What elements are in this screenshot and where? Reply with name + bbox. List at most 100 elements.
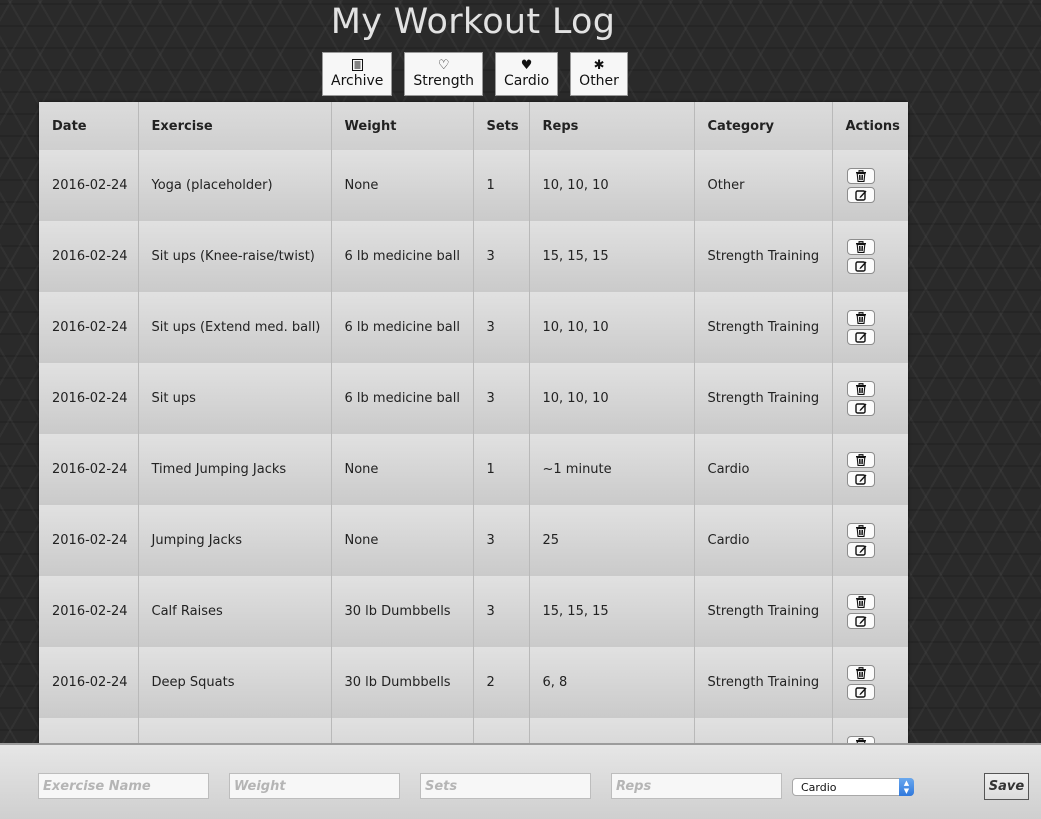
cell-date: 2016-02-24	[39, 292, 139, 363]
cell-date: 2016-02-24	[39, 434, 139, 505]
table-row: 2016-02-24 Sit ups (Extend med. ball) 6 lb…	[39, 292, 908, 363]
trash-icon	[855, 170, 867, 182]
cell-category: Strength Training	[694, 363, 833, 434]
edit-button[interactable]	[846, 258, 875, 274]
table-row	[39, 718, 908, 743]
cell-reps: 6, 8	[529, 647, 695, 718]
exercise-name-input[interactable]	[38, 773, 209, 799]
nav-other-button[interactable]: ✱ Other	[570, 52, 628, 96]
trash-icon	[855, 383, 867, 395]
row-actions	[846, 665, 909, 700]
edit-button[interactable]	[846, 329, 875, 345]
table-row: 2016-02-24 Sit ups 6 lb medicine ball 3 10, …	[39, 363, 908, 434]
header-actions: Actions	[845, 118, 900, 134]
category-select[interactable]: Cardio ▲ ▼	[792, 778, 914, 796]
cell-sets: 3	[473, 292, 530, 363]
add-exercise-form: Cardio ▲▼ Save	[0, 743, 1041, 819]
cell-sets: 2	[473, 647, 530, 718]
delete-button[interactable]	[846, 381, 875, 397]
edit-button[interactable]	[846, 613, 875, 629]
edit-button[interactable]	[846, 542, 875, 558]
cell-category: Strength Training	[694, 292, 833, 363]
trash-icon	[855, 312, 867, 324]
weight-input[interactable]	[229, 773, 400, 799]
cell-category: Strength Training	[694, 221, 833, 292]
cell-weight: 30 lb Dumbbells	[331, 576, 474, 647]
delete-button[interactable]	[846, 736, 875, 743]
nav-cardio-label: Cardio	[503, 72, 550, 89]
edit-icon	[854, 473, 867, 485]
table-row: 2016-02-24 Sit ups (Knee-raise/twist) 6 lb…	[39, 221, 908, 292]
nav-bar: Archive ♡ Strength ♥ Cardio ✱ Other	[322, 52, 628, 96]
save-button[interactable]: Save	[984, 773, 1029, 800]
edit-icon	[854, 615, 867, 627]
category-select-value: Cardio	[801, 780, 837, 794]
table-row: 2016-02-24 Timed Jumping Jacks None 1 ~1 min…	[39, 434, 908, 505]
delete-button[interactable]	[846, 239, 875, 255]
header-sets: Sets	[473, 102, 530, 150]
cell-date: 2016-02-24	[39, 505, 139, 576]
header-exercise: Exercise	[138, 102, 332, 150]
cell-exercise: Sit ups (Extend med. ball)	[138, 292, 332, 363]
delete-button[interactable]	[846, 523, 875, 539]
delete-button[interactable]	[846, 168, 875, 184]
cell-exercise: Calf Raises	[138, 576, 332, 647]
cell-weight: 6 lb medicine ball	[331, 292, 474, 363]
cell-reps: 15, 15, 15	[529, 576, 695, 647]
list-icon	[351, 58, 363, 73]
table-row: 2016-02-24 Yoga (placeholder) None 1 10, 10,…	[39, 150, 908, 221]
cell-reps: 10, 10, 10	[529, 292, 695, 363]
delete-button[interactable]	[846, 452, 875, 468]
cell-date: 2016-02-24	[39, 647, 139, 718]
header-date: Date	[39, 102, 139, 150]
table-row: 2016-02-24 Calf Raises 30 lb Dumbbells 3 15,…	[39, 576, 908, 647]
row-actions	[846, 736, 909, 743]
row-actions	[846, 452, 909, 487]
trash-icon	[855, 454, 867, 466]
cell-reps: ~1 minute	[529, 434, 695, 505]
nav-other-label: Other	[579, 72, 619, 89]
edit-icon	[854, 686, 867, 698]
trash-icon	[855, 241, 867, 253]
cell-actions	[832, 505, 908, 576]
cell-actions	[832, 576, 908, 647]
cell-exercise: Jumping Jacks	[138, 505, 332, 576]
cell-sets	[473, 718, 530, 743]
cell-sets: 3	[473, 576, 530, 647]
cell-exercise: Timed Jumping Jacks	[138, 434, 332, 505]
cell-weight: 6 lb medicine ball	[331, 221, 474, 292]
nav-archive-button[interactable]: Archive	[322, 52, 393, 96]
delete-button[interactable]	[846, 310, 875, 326]
nav-cardio-button[interactable]: ♥ Cardio	[494, 52, 559, 96]
table-header-row: Date Exercise Weight Sets Reps Category …	[39, 102, 908, 150]
row-actions	[846, 239, 909, 274]
cell-sets: 3	[473, 505, 530, 576]
edit-button[interactable]	[846, 187, 875, 203]
workout-table-container[interactable]: Date Exercise Weight Sets Reps Category …	[39, 102, 908, 743]
delete-button[interactable]	[846, 594, 875, 610]
cell-reps: 10, 10, 10	[529, 363, 695, 434]
cell-weight: 6 lb medicine ball	[331, 363, 474, 434]
edit-button[interactable]	[846, 471, 875, 487]
trash-icon	[855, 667, 867, 679]
heart-filled-icon: ♥	[520, 57, 533, 73]
cell-actions	[832, 647, 908, 718]
sets-input[interactable]	[420, 773, 591, 799]
cell-actions	[832, 363, 908, 434]
reps-input[interactable]	[611, 773, 782, 799]
trash-icon	[855, 525, 867, 537]
table-row: 2016-02-24 Jumping Jacks None 3 25 Cardio	[39, 505, 908, 576]
row-actions	[846, 310, 909, 345]
cell-category: Cardio	[694, 434, 833, 505]
cell-date: 2016-02-24	[39, 363, 139, 434]
table-row: 2016-02-24 Deep Squats 30 lb Dumbbells 2 6, …	[39, 647, 908, 718]
edit-icon	[854, 402, 867, 414]
edit-button[interactable]	[846, 400, 875, 416]
heart-outline-icon: ♡	[437, 57, 450, 73]
edit-button[interactable]	[846, 684, 875, 700]
row-actions	[846, 523, 909, 558]
delete-button[interactable]	[846, 665, 875, 681]
cell-actions	[832, 292, 908, 363]
nav-strength-button[interactable]: ♡ Strength	[404, 52, 483, 96]
edit-icon	[854, 544, 867, 556]
